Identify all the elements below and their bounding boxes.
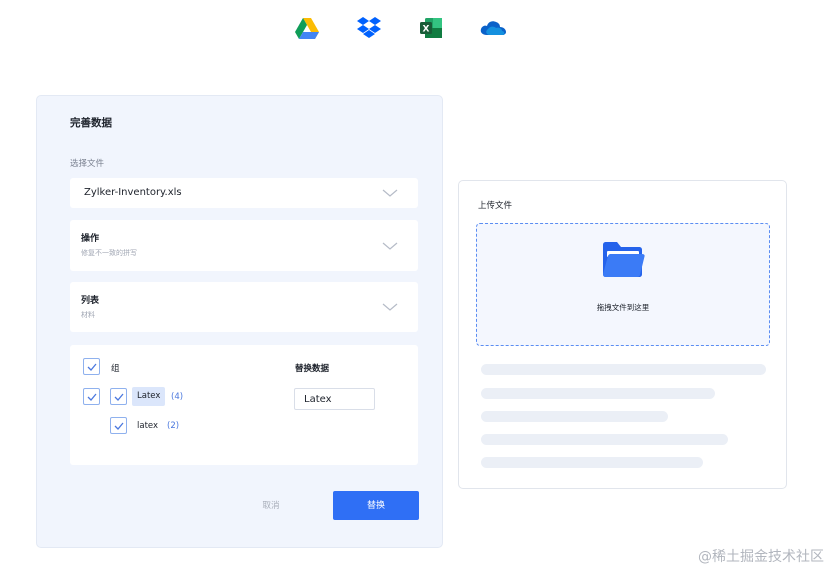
watermark: @稀土掘金技术社区: [698, 549, 824, 565]
check-icon: [114, 393, 123, 401]
file-select[interactable]: Zylker-Inventory.xls: [70, 178, 418, 208]
upload-panel: 上传文件 拖拽文件到这里: [458, 180, 787, 489]
row-select-checkbox[interactable]: [83, 388, 100, 405]
item-label-latex-upper: Latex: [132, 387, 166, 406]
chevron-down-icon: [382, 303, 398, 311]
panel-title: 完善数据: [70, 117, 112, 129]
svg-text:X: X: [423, 25, 430, 35]
file-select-value: Zylker-Inventory.xls: [84, 187, 182, 198]
skeleton-line: [481, 364, 766, 375]
complete-data-panel: 完善数据 选择文件 Zylker-Inventory.xls 操作 修复不一致的…: [36, 95, 443, 548]
onedrive-icon[interactable]: [479, 14, 507, 42]
value-checklist: 组 Latex (4) latex (2) 替换数据 Latex: [70, 345, 418, 465]
list-subtitle: 材料: [81, 311, 95, 319]
skeleton-line: [481, 388, 715, 399]
skeleton-line: [481, 434, 728, 445]
chevron-down-icon: [382, 242, 398, 250]
item-checkbox-latex-upper[interactable]: [110, 388, 127, 405]
list-title: 列表: [81, 296, 100, 306]
item-count-latex-lower: (2): [167, 421, 180, 431]
google-drive-icon[interactable]: [293, 14, 321, 42]
drop-zone-text: 拖拽文件到这里: [596, 303, 650, 312]
folder-icon: [603, 242, 645, 277]
item-label-latex-lower: latex: [137, 421, 159, 431]
check-icon: [114, 422, 123, 430]
item-checkbox-latex-lower[interactable]: [110, 417, 127, 434]
file-drop-zone[interactable]: 拖拽文件到这里: [476, 223, 770, 346]
group-label: 组: [111, 364, 120, 374]
item-count-latex-upper: (4): [171, 392, 184, 402]
dropbox-icon[interactable]: [355, 14, 383, 42]
skeleton-line: [481, 411, 668, 422]
group-checkbox[interactable]: [83, 358, 100, 375]
integration-icons: X: [293, 14, 507, 42]
operation-select[interactable]: 操作 修复不一致的拼写: [70, 220, 418, 271]
check-icon: [87, 363, 96, 371]
chevron-down-icon: [382, 189, 398, 197]
check-icon: [87, 393, 96, 401]
cancel-button[interactable]: 取消: [245, 493, 297, 517]
operation-subtitle: 修复不一致的拼写: [81, 249, 137, 257]
operation-title: 操作: [81, 234, 100, 244]
replace-button[interactable]: 替换: [333, 491, 419, 520]
file-select-label: 选择文件: [70, 159, 105, 169]
replace-data-label: 替换数据: [295, 364, 330, 374]
excel-icon[interactable]: X: [417, 14, 445, 42]
replace-data-input[interactable]: Latex: [294, 388, 375, 410]
upload-title: 上传文件: [478, 201, 513, 211]
replace-data-value: Latex: [304, 394, 332, 405]
list-select[interactable]: 列表 材料: [70, 282, 418, 332]
skeleton-line: [481, 457, 703, 468]
